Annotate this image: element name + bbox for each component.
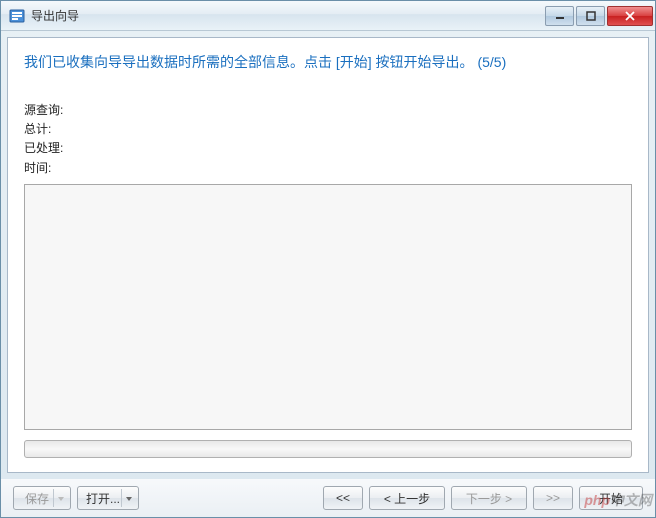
processed-label: 已处理:	[24, 139, 63, 158]
log-textarea[interactable]	[24, 184, 632, 430]
start-label: 开始	[599, 490, 623, 507]
first-label: <<	[336, 491, 350, 505]
titlebar[interactable]: 导出向导	[1, 1, 655, 31]
prev-label: < 上一步	[384, 490, 430, 507]
last-step-button[interactable]: >>	[533, 486, 573, 510]
save-label: 保存	[25, 490, 49, 507]
open-label: 打开...	[86, 490, 120, 507]
first-step-button[interactable]: <<	[323, 486, 363, 510]
minimize-button[interactable]	[545, 6, 574, 26]
footer-toolbar: 保存 打开... << < 上一步 下一步 > >> 开始	[1, 479, 655, 517]
start-button[interactable]: 开始	[579, 486, 643, 510]
close-button[interactable]	[607, 6, 653, 26]
stats-block: 源查询: 总计: 已处理: 时间:	[24, 101, 632, 178]
minimize-icon	[555, 11, 565, 21]
time-label: 时间:	[24, 159, 51, 178]
window-title: 导出向导	[31, 7, 543, 24]
close-icon	[625, 11, 635, 21]
next-label: 下一步 >	[466, 490, 512, 507]
content-panel: 我们已收集向导导出数据时所需的全部信息。点击 [开始] 按钮开始导出。 (5/5…	[7, 37, 649, 473]
export-wizard-window: 导出向导 我们已收集向导导出数据时所需的全部信息。点击 [开始] 按钮开始导出。…	[0, 0, 656, 518]
progress-bar	[24, 440, 632, 458]
total-label: 总计:	[24, 120, 51, 139]
window-controls	[543, 6, 653, 26]
last-label: >>	[546, 491, 560, 505]
save-button[interactable]: 保存	[13, 486, 71, 510]
next-step-button[interactable]: 下一步 >	[451, 486, 527, 510]
instruction-text: 我们已收集向导导出数据时所需的全部信息。点击 [开始] 按钮开始导出。 (5/5…	[24, 52, 632, 73]
open-button[interactable]: 打开...	[77, 486, 139, 510]
source-query-label: 源查询:	[24, 101, 63, 120]
maximize-button[interactable]	[576, 6, 605, 26]
maximize-icon	[586, 11, 596, 21]
prev-step-button[interactable]: < 上一步	[369, 486, 445, 510]
app-icon	[9, 8, 25, 24]
